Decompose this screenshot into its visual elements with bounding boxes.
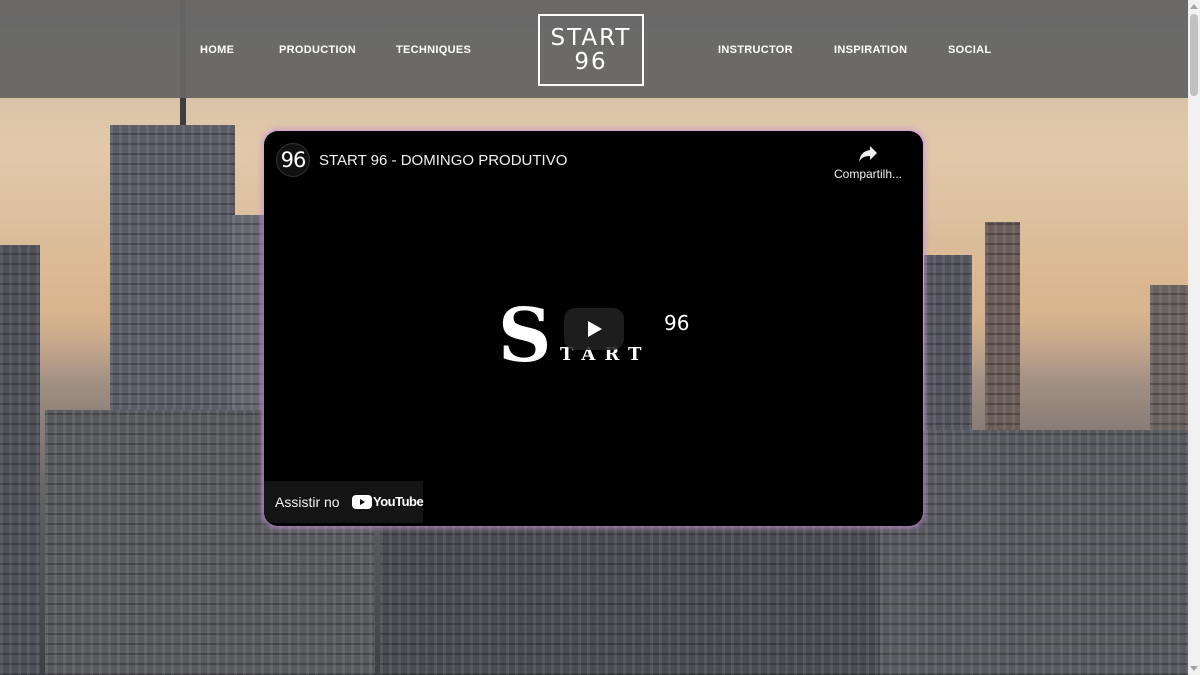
site-logo[interactable]: START 96: [538, 14, 644, 86]
share-button[interactable]: Compartilh...: [826, 145, 910, 181]
youtube-logo: YouTube: [352, 494, 424, 510]
nav-instructor-link[interactable]: INSTRUCTOR: [718, 44, 793, 56]
tower-left-1: [0, 245, 40, 675]
share-label: Compartilh...: [833, 167, 903, 181]
city-right-low: [880, 430, 1188, 675]
youtube-embed[interactable]: 96 START 96 - DOMINGO PRODUTIVO Comparti…: [264, 131, 923, 526]
watch-on-label: Assistir no: [275, 494, 340, 510]
nav-production-link[interactable]: PRODUCTION: [279, 44, 356, 56]
play-button[interactable]: [564, 308, 624, 350]
watch-on-youtube-button[interactable]: Assistir no YouTube: [264, 481, 424, 523]
thumbnail-number: 96: [664, 311, 690, 335]
channel-avatar-icon[interactable]: 96: [276, 143, 310, 177]
site-header: HOME PRODUCTION TECHNIQUES START 96 INST…: [0, 0, 1188, 98]
nav-inspiration-link[interactable]: INSPIRATION: [834, 44, 907, 56]
scroll-down-arrow-icon[interactable]: [1190, 666, 1198, 671]
building-front-center: [380, 520, 880, 675]
video-title[interactable]: START 96 - DOMINGO PRODUTIVO: [319, 152, 567, 169]
nav-techniques-link[interactable]: TECHNIQUES: [396, 44, 471, 56]
page-scrollbar[interactable]: [1188, 0, 1200, 675]
youtube-play-icon: [352, 495, 372, 509]
thumbnail-big-letter: S: [498, 293, 552, 379]
youtube-wordmark: YouTube: [373, 494, 424, 509]
share-arrow-icon: [859, 146, 877, 162]
logo-line-1: START: [550, 25, 632, 51]
nav-home-link[interactable]: HOME: [200, 44, 234, 56]
logo-line-2: 96: [574, 49, 608, 75]
nav-social-link[interactable]: SOCIAL: [948, 44, 991, 56]
scroll-up-arrow-icon[interactable]: [1190, 4, 1198, 9]
scroll-thumb[interactable]: [1190, 14, 1198, 96]
